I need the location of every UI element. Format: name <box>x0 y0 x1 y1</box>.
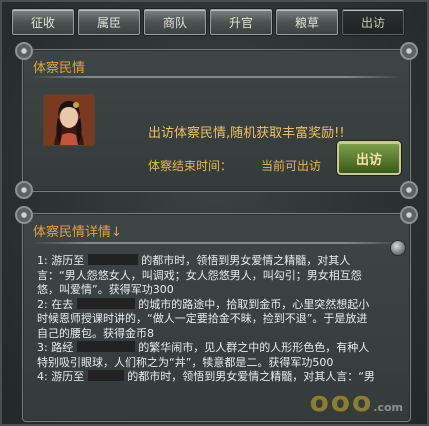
log-entry: 1: 游历至 的都市时，领悟到男女爱情之精髓，对其人言：“男人怨悠女人，叫调戏；… <box>37 254 377 298</box>
corner-ornament <box>400 181 418 199</box>
end-time-value: 当前可出访 <box>261 159 322 173</box>
log-entry-prefix: 2: 在去 <box>37 297 74 311</box>
tab-bar: 征收 属臣 商队 升官 粮草 出访 <box>8 7 425 35</box>
tab-caravan[interactable]: 商队 <box>144 9 206 35</box>
log-entry-prefix: 1: 游历至 <box>37 254 85 267</box>
visit-button[interactable]: 出访 <box>337 141 401 175</box>
log-entry: 3: 路经 的繁华闹市，见人群之中的人形形色色，有种人特别吸引眼球，人们称之为“… <box>37 341 377 370</box>
redacted-location <box>87 254 138 265</box>
window-frame: 征收 属臣 商队 升官 粮草 出访 体察民情 出访体察民情,随机获取丰富奖励!!… <box>0 0 429 426</box>
log-entry-text: 的都市时，领悟到男女爱情之精髓，对其人言：“男 <box>127 370 375 383</box>
log-entry-text: 的都市时，领悟到男女爱情之精髓，对其人言：“男人怨悠女人，叫调戏；女人怨悠男人，… <box>37 254 362 296</box>
corner-ornament <box>400 206 418 224</box>
watermark-logo: ooo.com <box>309 385 403 418</box>
log-entry: 2: 在去 的城市的路途中，拾取到金币，心里突然想起小时候恩师授课时讲的，“做人… <box>37 297 377 342</box>
tab-collect[interactable]: 征收 <box>12 9 74 35</box>
tab-visit[interactable]: 出访 <box>342 9 404 35</box>
corner-ornament <box>15 42 33 60</box>
divider <box>31 76 402 78</box>
end-time-label: 体察结束时间： <box>148 159 233 173</box>
log-entry-prefix: 3: 路经 <box>37 341 74 354</box>
inspection-title: 体察民情 <box>33 61 86 76</box>
log-entry: 4: 游历至 的都市时，领悟到男女爱情之精髓，对其人言：“男 <box>37 370 377 385</box>
log-entry-prefix: 4: 游历至 <box>37 370 85 383</box>
corner-ornament <box>15 181 33 199</box>
promo-text: 出访体察民情,随机获取丰富奖励!! <box>148 126 345 141</box>
redacted-location <box>87 370 124 381</box>
redacted-location <box>76 341 135 352</box>
portrait-image <box>44 95 94 145</box>
redacted-location <box>76 297 135 309</box>
tab-provisions[interactable]: 粮草 <box>276 9 338 35</box>
character-avatar <box>43 94 95 146</box>
inspection-panel: 体察民情 出访体察民情,随机获取丰富奖励!! 体察结束时间： 当前可出访 出访 <box>15 42 418 199</box>
details-title: 体察民情详情↓ <box>33 225 122 240</box>
scroll-knob[interactable] <box>390 240 406 256</box>
corner-ornament <box>400 42 418 60</box>
divider <box>31 242 402 244</box>
tab-promotion[interactable]: 升官 <box>210 9 272 35</box>
tab-vassals[interactable]: 属臣 <box>78 9 140 35</box>
details-log: 1: 游历至 的都市时，领悟到男女爱情之精髓，对其人言：“男人怨悠女人，叫调戏；… <box>37 254 377 385</box>
corner-ornament <box>15 206 33 224</box>
